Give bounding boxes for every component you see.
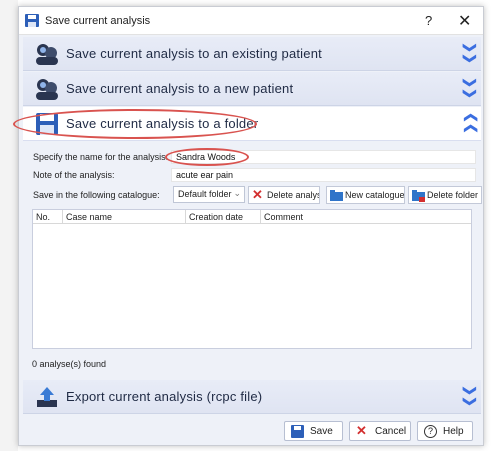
close-button[interactable]: ✕: [458, 11, 471, 31]
analysis-note-field[interactable]: acute ear pain: [171, 168, 476, 182]
save-button[interactable]: Save: [284, 421, 343, 441]
new-catalogue-label: New catalogue: [345, 190, 405, 200]
chevron-down-icon: ⌄: [233, 188, 241, 198]
catalogue-label: Save in the following catalogue:: [33, 190, 160, 200]
help-button[interactable]: ? Help: [417, 421, 473, 441]
delete-analysis-label: Delete analysi: [267, 190, 320, 200]
folder-delete-icon: [412, 190, 425, 202]
cancel-label: Cancel: [375, 426, 407, 437]
floppy-disk-icon: [291, 425, 304, 438]
delete-folder-button[interactable]: Delete folder: [408, 186, 482, 204]
table-header: No. Case name Creation date Comment: [33, 210, 471, 224]
chevron-up-icon[interactable]: ❯❯: [462, 112, 478, 134]
section-existing-patient[interactable]: Save current analysis to an existing pat…: [23, 37, 481, 71]
section-existing-patient-title: Save current analysis to an existing pat…: [66, 46, 322, 61]
analyses-table[interactable]: No. Case name Creation date Comment: [32, 209, 472, 349]
chevron-down-icon[interactable]: ❯❯: [462, 77, 478, 99]
section-export[interactable]: Export current analysis (rcpc file) ❯❯: [23, 380, 481, 414]
help-title-button[interactable]: ?: [425, 13, 432, 28]
export-upload-icon: [37, 387, 57, 407]
floppy-disk-icon: [25, 14, 39, 27]
highlight-oval-name: [165, 148, 249, 166]
help-label: Help: [443, 426, 464, 437]
section-new-patient[interactable]: Save current analysis to a new patient ❯…: [23, 72, 481, 106]
patient-group-icon: [36, 44, 58, 65]
delete-x-icon: ✕: [252, 187, 263, 202]
patient-add-icon: [36, 79, 58, 100]
note-label: Note of the analysis:: [33, 170, 115, 180]
column-no[interactable]: No.: [33, 210, 63, 224]
column-creation-date[interactable]: Creation date: [186, 210, 261, 224]
highlight-oval-folder: [13, 109, 257, 139]
name-label: Specify the name for the analysis:: [33, 152, 169, 162]
new-catalogue-button[interactable]: New catalogue: [326, 186, 405, 204]
delete-analysis-button[interactable]: ✕ Delete analysi: [248, 186, 320, 204]
chevron-down-icon[interactable]: ❯❯: [462, 385, 478, 407]
save-label: Save: [310, 426, 333, 437]
delete-folder-label: Delete folder: [427, 190, 479, 200]
column-comment[interactable]: Comment: [261, 210, 472, 224]
chevron-down-icon[interactable]: ❯❯: [462, 42, 478, 64]
column-case-name[interactable]: Case name: [63, 210, 186, 224]
catalogue-select-value: Default folder: [178, 189, 232, 199]
section-new-patient-title: Save current analysis to a new patient: [66, 81, 294, 96]
background-window-edge: [0, 0, 18, 451]
help-circle-icon: ?: [424, 425, 437, 438]
folder-icon: [330, 190, 343, 201]
cancel-x-icon: ✕: [356, 423, 367, 438]
window-title: Save current analysis: [45, 15, 151, 27]
cancel-button[interactable]: ✕ Cancel: [349, 421, 411, 441]
save-analysis-dialog: Save current analysis ? ✕ Save current a…: [13, 6, 484, 446]
catalogue-select[interactable]: Default folder ⌄: [173, 186, 245, 203]
results-count: 0 analyse(s) found: [32, 359, 107, 369]
section-export-title: Export current analysis (rcpc file): [66, 389, 263, 404]
title-bar: Save current analysis ? ✕: [19, 7, 483, 35]
